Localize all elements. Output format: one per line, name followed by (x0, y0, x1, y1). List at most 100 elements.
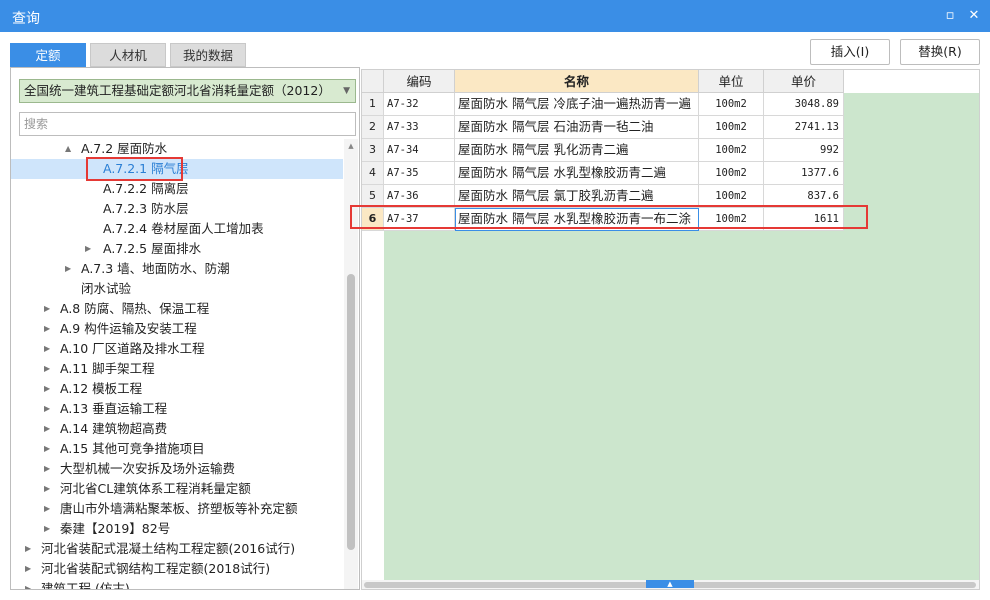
tree-item[interactable]: ▶ 河北省装配式混凝土结构工程定额(2016试行) (11, 539, 343, 559)
tree-item[interactable]: ▶ A.10 厂区道路及排水工程 (11, 339, 343, 359)
table-cell-name[interactable]: 屋面防水 隔气层 石油沥青一毡二油 (455, 116, 699, 139)
expand-arrow-icon[interactable]: ▶ (44, 319, 50, 339)
tree-item[interactable]: A.7.2.4 卷材屋面人工增加表 (11, 219, 343, 239)
table-cell-index[interactable]: 5 (362, 185, 384, 208)
table-cell-index[interactable]: 2 (362, 116, 384, 139)
tree-item-label: 大型机械一次安拆及场外运输费 (60, 461, 236, 476)
expand-arrow-icon[interactable]: ▶ (44, 299, 50, 319)
table-cell-unit[interactable]: 100m2 (699, 185, 764, 208)
tree-item-label: 河北省装配式钢结构工程定额(2018试行) (41, 561, 271, 576)
table-cell-code[interactable]: A7-37 (384, 208, 455, 231)
table-cell-code[interactable]: A7-32 (384, 93, 455, 116)
tree-item[interactable]: ▶ A.14 建筑物超高费 (11, 419, 343, 439)
tree-item[interactable]: ▶ A.11 脚手架工程 (11, 359, 343, 379)
table-cell-code[interactable]: A7-33 (384, 116, 455, 139)
expand-arrow-icon[interactable]: ▶ (44, 519, 50, 539)
tree-item[interactable]: ▶ A.12 模板工程 (11, 379, 343, 399)
tree-item-label: 河北省CL建筑体系工程消耗量定额 (60, 481, 251, 496)
tree-item[interactable]: A.7.2.3 防水层 (11, 199, 343, 219)
expand-arrow-icon[interactable]: ▶ (44, 399, 50, 419)
expand-arrow-icon[interactable]: ▶ (44, 379, 50, 399)
header-price[interactable]: 单价 (764, 70, 844, 93)
restore-icon[interactable]: ▫ (942, 8, 958, 24)
scroll-thumb[interactable] (347, 274, 355, 550)
insert-button[interactable]: 插入(I) (810, 39, 890, 65)
expand-arrow-icon[interactable]: ▶ (25, 559, 31, 579)
table-cell-index[interactable]: 3 (362, 139, 384, 162)
tree-item[interactable]: ▶ 建筑工程 (仿古) (11, 579, 343, 590)
tab-quota[interactable]: 定额 (10, 43, 86, 67)
tree-item[interactable]: ▶ 河北省CL建筑体系工程消耗量定额 (11, 479, 343, 499)
table-cell-unit[interactable]: 100m2 (699, 116, 764, 139)
expand-arrow-icon[interactable]: ▶ (65, 259, 71, 279)
table-cell-index[interactable]: 4 (362, 162, 384, 185)
table-cell-index[interactable]: 1 (362, 93, 384, 116)
tree-item-label: 建筑工程 (仿古) (41, 581, 130, 590)
table-cell-name[interactable]: 屋面防水 隔气层 乳化沥青二遍 (455, 139, 699, 162)
expand-arrow-icon[interactable]: ▶ (44, 439, 50, 459)
table-cell-index[interactable]: 6 (362, 208, 384, 231)
tree-item-label: A.7.2.4 卷材屋面人工增加表 (103, 221, 264, 236)
tree-item[interactable]: ▶ 大型机械一次安拆及场外运输费 (11, 459, 343, 479)
collapse-arrow-icon[interactable]: ▲ (65, 139, 71, 159)
tree-item[interactable]: A.7.2.2 隔离层 (11, 179, 343, 199)
table-cell-price[interactable]: 992 (764, 139, 844, 162)
table-cell-unit[interactable]: 100m2 (699, 93, 764, 116)
table-cell-name[interactable]: 屋面防水 隔气层 冷底子油一遍热沥青一遍 (455, 93, 699, 116)
table-cell-price[interactable]: 1377.6 (764, 162, 844, 185)
tree-item-label: 唐山市外墙满粘聚苯板、挤塑板等补充定额 (60, 501, 298, 516)
replace-button[interactable]: 替换(R) (900, 39, 980, 65)
table-cell-unit[interactable]: 100m2 (699, 162, 764, 185)
expand-arrow-icon[interactable]: ▶ (85, 239, 91, 259)
table-cell-unit[interactable]: 100m2 (699, 208, 764, 231)
scroll-up-icon[interactable]: ▲ (344, 139, 358, 153)
expand-arrow-icon[interactable]: ▶ (44, 419, 50, 439)
expand-arrow-icon[interactable]: ▶ (44, 339, 50, 359)
tree-item-label: A.9 构件运输及安装工程 (60, 321, 197, 336)
chevron-down-icon[interactable]: ▼ (343, 80, 350, 102)
table-cell-name[interactable]: 屋面防水 隔气层 水乳型橡胶沥青一布二涂 (455, 208, 699, 231)
header-unit[interactable]: 单位 (699, 70, 764, 93)
header-name[interactable]: 名称 (455, 70, 699, 93)
tree-item[interactable]: 闭水试验 (11, 279, 343, 299)
table-cell-code[interactable]: A7-35 (384, 162, 455, 185)
table-cell-price[interactable]: 3048.89 (764, 93, 844, 116)
tree-item[interactable]: ▶ A.7.2.5 屋面排水 (11, 239, 343, 259)
header-code[interactable]: 编码 (384, 70, 455, 93)
search-input[interactable]: 搜索 (19, 112, 356, 136)
tab-my-data[interactable]: 我的数据 (170, 43, 246, 67)
tab-labor-material-machine[interactable]: 人材机 (90, 43, 166, 67)
collapse-toggle-icon[interactable]: ▲ (646, 580, 694, 588)
table-cell-unit[interactable]: 100m2 (699, 139, 764, 162)
search-placeholder: 搜索 (24, 117, 49, 131)
tree-item[interactable]: ▶ 河北省装配式钢结构工程定额(2018试行) (11, 559, 343, 579)
tree-item[interactable]: ▶ 秦建【2019】82号 (11, 519, 343, 539)
table-cell-name[interactable]: 屋面防水 隔气层 水乳型橡胶沥青二遍 (455, 162, 699, 185)
table-cell-price[interactable]: 2741.13 (764, 116, 844, 139)
tree-item[interactable]: ▶ 唐山市外墙满粘聚苯板、挤塑板等补充定额 (11, 499, 343, 519)
table-cell-code[interactable]: A7-36 (384, 185, 455, 208)
table-cell-price[interactable]: 837.6 (764, 185, 844, 208)
expand-arrow-icon[interactable]: ▶ (25, 579, 31, 589)
close-icon[interactable]: ✕ (966, 8, 982, 24)
tree-item[interactable]: ▶ A.8 防腐、隔热、保温工程 (11, 299, 343, 319)
expand-arrow-icon[interactable]: ▶ (44, 359, 50, 379)
expand-arrow-icon[interactable]: ▶ (44, 499, 50, 519)
tree-scrollbar[interactable]: ▲ (344, 139, 358, 589)
header-corner (362, 70, 384, 93)
expand-arrow-icon[interactable]: ▶ (44, 479, 50, 499)
table-cell-code[interactable]: A7-34 (384, 139, 455, 162)
tree-item[interactable]: ▶ A.13 垂直运输工程 (11, 399, 343, 419)
quota-library-select[interactable]: 全国统一建筑工程基础定额河北省消耗量定额（2012） ▼ (19, 79, 356, 103)
expand-arrow-icon[interactable]: ▶ (25, 539, 31, 559)
tree-item-label: A.11 脚手架工程 (60, 361, 155, 376)
tree-item[interactable]: A.7.2.1 隔气层 (11, 159, 343, 179)
table-cell-name[interactable]: 屋面防水 隔气层 氯丁胶乳沥青二遍 (455, 185, 699, 208)
tree-item[interactable]: ▲ A.7.2 屋面防水 (11, 139, 343, 159)
tree-item-label: 闭水试验 (81, 281, 132, 296)
tree-item[interactable]: ▶ A.15 其他可竞争措施项目 (11, 439, 343, 459)
expand-arrow-icon[interactable]: ▶ (44, 459, 50, 479)
tree-item[interactable]: ▶ A.9 构件运输及安装工程 (11, 319, 343, 339)
table-cell-price[interactable]: 1611 (764, 208, 844, 231)
tree-item[interactable]: ▶ A.7.3 墙、地面防水、防潮 (11, 259, 343, 279)
